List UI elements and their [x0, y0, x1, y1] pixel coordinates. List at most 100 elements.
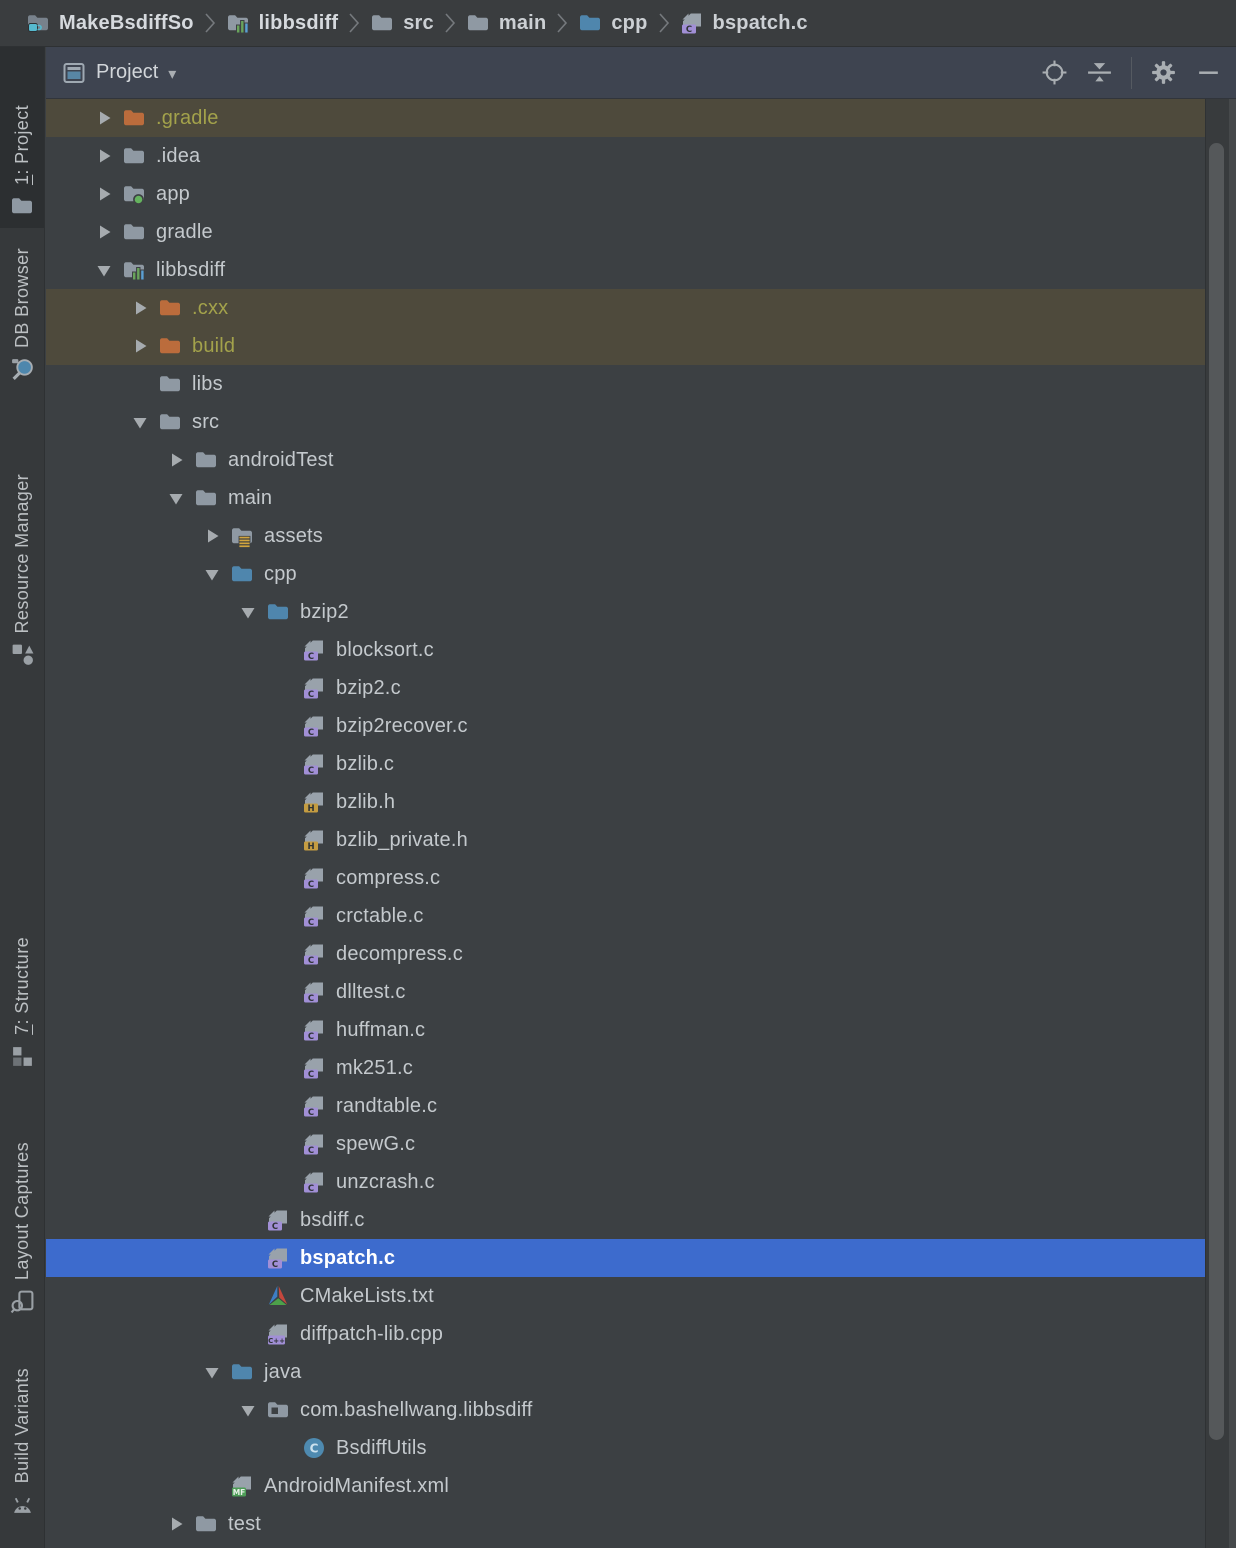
tree-row-bzlib_private.h[interactable]: Hbzlib_private.h — [46, 821, 1205, 859]
sidebar-tab-project[interactable]: 1: Project — [0, 47, 44, 228]
file-c-icon: C — [302, 904, 326, 928]
file-c-icon: C — [266, 1246, 290, 1270]
sidebar-tab-layout-captures[interactable]: Layout Captures — [0, 1092, 44, 1324]
tree-row-androidTest[interactable]: androidTest — [46, 441, 1205, 479]
svg-text:C: C — [308, 994, 314, 1004]
chevron-collapsed-icon[interactable] — [86, 183, 122, 205]
tree-row-.cxx[interactable]: .cxx — [46, 289, 1205, 327]
tree-row-assets[interactable]: assets — [46, 517, 1205, 555]
tree-row-huffman.c[interactable]: Chuffman.c — [46, 1011, 1205, 1049]
breadcrumb-item-libbsdiff[interactable]: libbsdiff — [226, 11, 339, 35]
chevron-expanded-icon[interactable] — [194, 563, 230, 585]
chevron-down-icon[interactable]: ▾ — [168, 62, 176, 84]
tree-row-gradle[interactable]: gradle — [46, 213, 1205, 251]
chevron-collapsed-icon[interactable] — [122, 297, 158, 319]
breadcrumb-label: MakeBsdiffSo — [59, 12, 194, 35]
svg-text:C: C — [308, 1108, 314, 1118]
tree-row-app[interactable]: app — [46, 175, 1205, 213]
tree-row-build[interactable]: build — [46, 327, 1205, 365]
tree-row-dlltest.c[interactable]: Cdlltest.c — [46, 973, 1205, 1011]
breadcrumb-item-MakeBsdiffSo[interactable]: MakeBsdiffSo — [26, 11, 194, 35]
tree-row-crctable.c[interactable]: Ccrctable.c — [46, 897, 1205, 935]
chevron-collapsed-icon[interactable] — [194, 525, 230, 547]
sidebar-tab-resource-manager[interactable]: Resource Manager — [0, 422, 44, 677]
file-cpp-icon: C++ — [266, 1322, 290, 1346]
tree-row-label: com.bashellwang.libbsdiff — [300, 1399, 533, 1422]
tree-row-test[interactable]: test — [46, 1505, 1205, 1543]
tree-row-src[interactable]: src — [46, 403, 1205, 441]
tree-row-bzip2[interactable]: bzip2 — [46, 593, 1205, 631]
breadcrumb-item-bspatch.c[interactable]: Cbspatch.c — [680, 11, 808, 35]
breadcrumb-separator-icon — [203, 10, 217, 36]
tree-row-java[interactable]: java — [46, 1353, 1205, 1391]
tree-row-spewG.c[interactable]: CspewG.c — [46, 1125, 1205, 1163]
tree-row-compress.c[interactable]: Ccompress.c — [46, 859, 1205, 897]
scrollbar-thumb[interactable] — [1209, 143, 1224, 1440]
svg-text:C: C — [308, 766, 314, 776]
folder-gray-icon — [122, 144, 146, 168]
folder-gray-icon — [158, 410, 182, 434]
tree-row-bspatch.c[interactable]: Cbspatch.c — [46, 1239, 1205, 1277]
chevron-expanded-icon[interactable] — [158, 487, 194, 509]
chevron-expanded-icon[interactable] — [86, 259, 122, 281]
panel-header-left: Project ▾ — [62, 61, 176, 85]
tree-row-CMakeLists.txt[interactable]: CMakeLists.txt — [46, 1277, 1205, 1315]
locate-button[interactable] — [1041, 59, 1068, 86]
sidebar-tab-build-variants[interactable]: Build Variants — [0, 1347, 44, 1527]
chevron-collapsed-icon[interactable] — [122, 335, 158, 357]
tree-row-label: huffman.c — [336, 1019, 425, 1042]
collapse-all-button[interactable] — [1086, 59, 1113, 86]
tree-row-blocksort.c[interactable]: Cblocksort.c — [46, 631, 1205, 669]
chevron-collapsed-icon[interactable] — [86, 145, 122, 167]
breadcrumb-item-cpp[interactable]: cpp — [578, 11, 647, 35]
tree-row-libs[interactable]: libs — [46, 365, 1205, 403]
structure-icon — [10, 1044, 35, 1069]
tree-row-label: app — [156, 183, 190, 206]
file-h-icon: H — [302, 790, 326, 814]
tree-row-unzcrash.c[interactable]: Cunzcrash.c — [46, 1163, 1205, 1201]
tree-row-diffpatch-lib.cpp[interactable]: C++diffpatch-lib.cpp — [46, 1315, 1205, 1353]
tree-row-.idea[interactable]: .idea — [46, 137, 1205, 175]
tree-row-randtable.c[interactable]: Crandtable.c — [46, 1087, 1205, 1125]
chevron-expanded-icon[interactable] — [230, 601, 266, 623]
tree-row-mk251.c[interactable]: Cmk251.c — [46, 1049, 1205, 1087]
svg-text:C: C — [308, 880, 314, 890]
tree-row-com.bashellwang.libbsdiff[interactable]: com.bashellwang.libbsdiff — [46, 1391, 1205, 1429]
sidebar-tab-label: 7: Structure — [12, 937, 33, 1035]
tree-row-BsdiffUtils[interactable]: CBsdiffUtils — [46, 1429, 1205, 1467]
tree-row-cpp[interactable]: cpp — [46, 555, 1205, 593]
tree-row-label: libs — [192, 373, 223, 396]
tree-row-AndroidManifest.xml[interactable]: MFAndroidManifest.xml — [46, 1467, 1205, 1505]
tree-row-label: BsdiffUtils — [336, 1437, 427, 1460]
chevron-collapsed-icon[interactable] — [86, 221, 122, 243]
hide-button[interactable] — [1195, 59, 1222, 86]
breadcrumb-item-src[interactable]: src — [370, 11, 434, 35]
sidebar-tab-structure[interactable]: 7: Structure — [0, 897, 44, 1079]
settings-button[interactable] — [1150, 59, 1177, 86]
tree-row-bzlib.c[interactable]: Cbzlib.c — [46, 745, 1205, 783]
svg-text:H: H — [307, 804, 314, 814]
tree-row-libbsdiff[interactable]: libbsdiff — [46, 251, 1205, 289]
chevron-collapsed-icon[interactable] — [158, 1513, 194, 1535]
tree-row-bsdiff.c[interactable]: Cbsdiff.c — [46, 1201, 1205, 1239]
tree-row-decompress.c[interactable]: Cdecompress.c — [46, 935, 1205, 973]
chevron-collapsed-icon[interactable] — [158, 449, 194, 471]
chevron-collapsed-icon[interactable] — [86, 107, 122, 129]
tree-row-bzlib.h[interactable]: Hbzlib.h — [46, 783, 1205, 821]
tree-row-label: bzip2 — [300, 601, 349, 624]
sidebar-tab-db-browser[interactable]: DB Browser — [0, 232, 44, 392]
build-variants-icon — [10, 1492, 35, 1517]
panel-header-actions — [1041, 57, 1222, 89]
chevron-expanded-icon[interactable] — [230, 1399, 266, 1421]
breadcrumb-item-main[interactable]: main — [466, 11, 546, 35]
db-browser-icon — [10, 357, 35, 382]
breadcrumb-label: cpp — [611, 12, 647, 35]
chevron-expanded-icon[interactable] — [194, 1361, 230, 1383]
file-c-icon: C — [302, 1018, 326, 1042]
tree-row-main[interactable]: main — [46, 479, 1205, 517]
tree-row-bzip2recover.c[interactable]: Cbzip2recover.c — [46, 707, 1205, 745]
panel-splitter[interactable] — [1229, 99, 1236, 1548]
tree-row-.gradle[interactable]: .gradle — [46, 99, 1205, 137]
tree-row-bzip2.c[interactable]: Cbzip2.c — [46, 669, 1205, 707]
chevron-expanded-icon[interactable] — [122, 411, 158, 433]
